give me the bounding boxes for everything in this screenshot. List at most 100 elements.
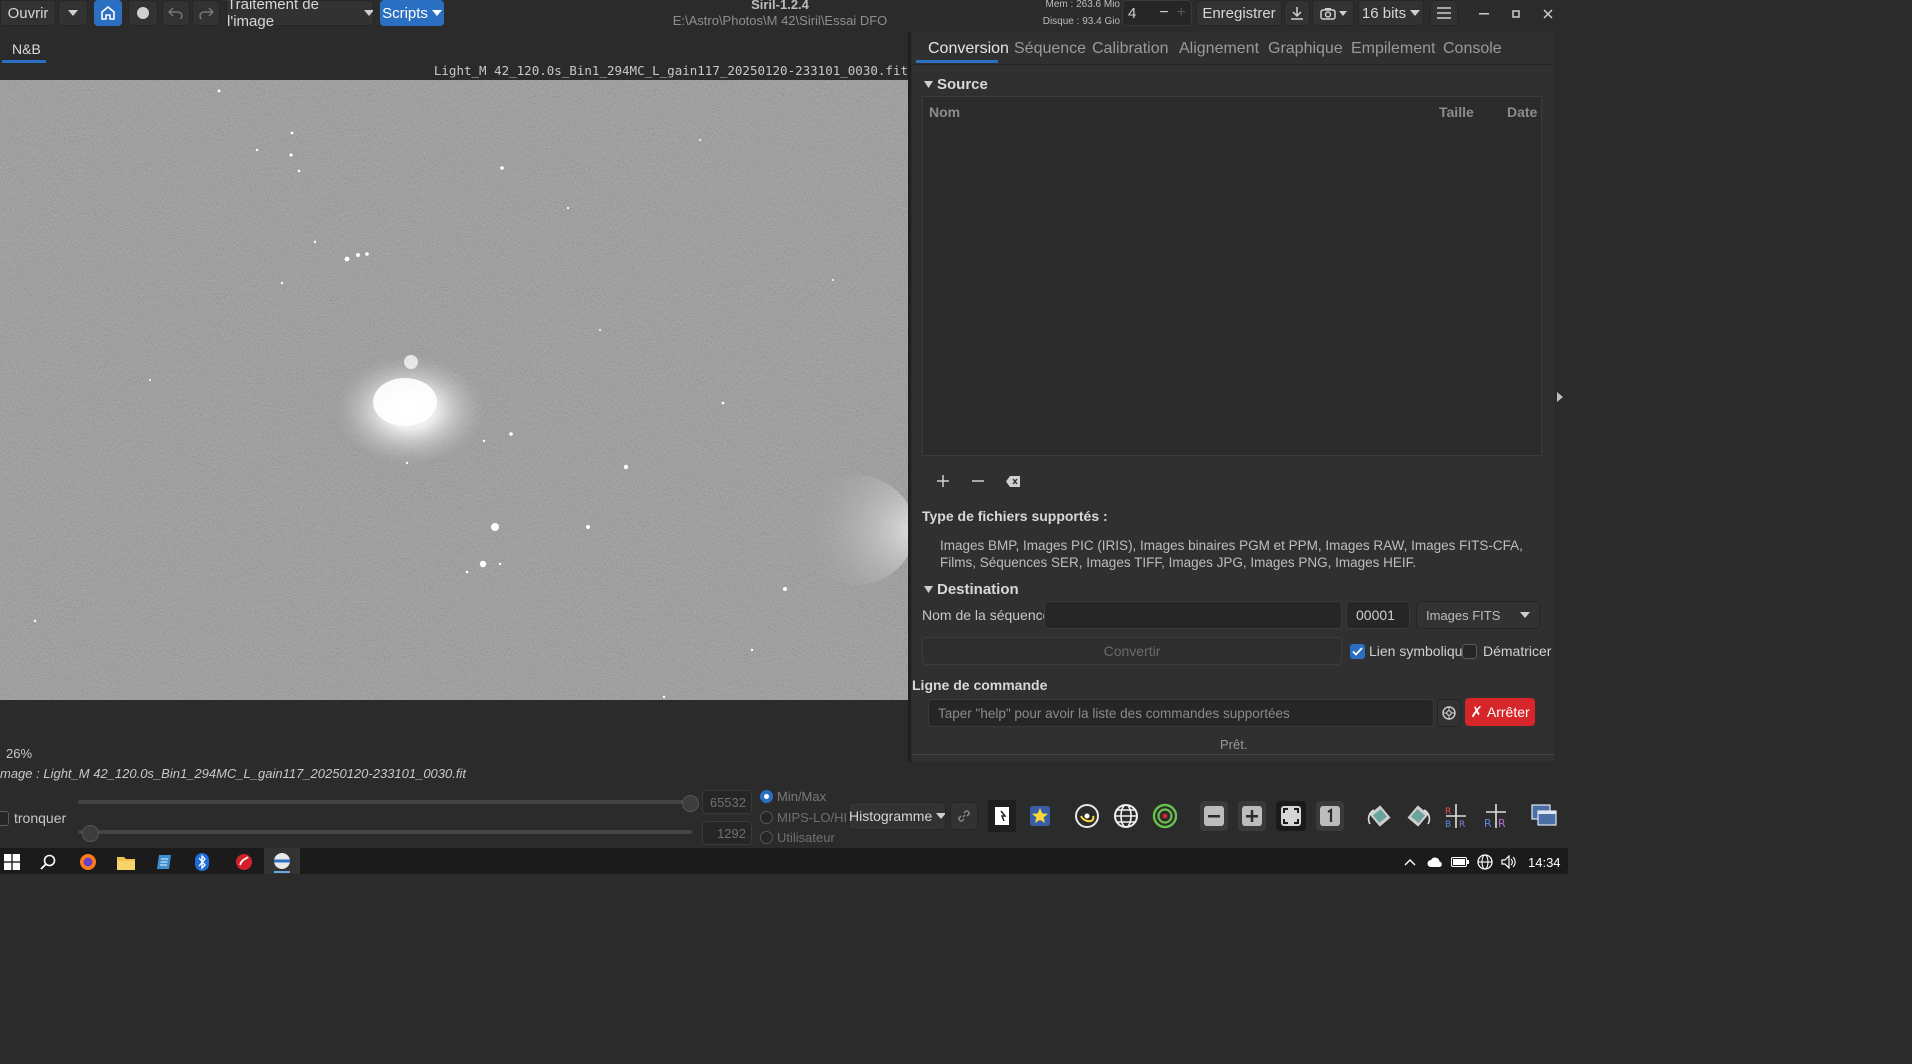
taskbar-firefox[interactable] (78, 852, 98, 872)
tray-overflow-button[interactable] (1402, 854, 1418, 870)
stop-button[interactable]: ✗ Arrêter (1465, 698, 1535, 726)
sequence-name-input[interactable] (1044, 601, 1342, 629)
zoom-fit-button[interactable] (1276, 801, 1306, 831)
destination-expander[interactable]: Destination (924, 581, 1019, 598)
taskbar-bluetooth[interactable] (192, 852, 212, 872)
link-channels-button[interactable] (950, 802, 978, 830)
save-button[interactable]: Enregistrer (1196, 0, 1282, 26)
threads-spinner[interactable]: 4 − + (1122, 0, 1192, 26)
zoom-in-button[interactable] (1238, 801, 1266, 831)
tab-conversion[interactable]: Conversion (928, 40, 1009, 58)
maximize-window-button[interactable] (1506, 4, 1526, 24)
undo-button[interactable] (162, 0, 190, 26)
command-help-button[interactable] (1437, 699, 1461, 727)
open-dropdown-button[interactable] (58, 0, 88, 26)
zoom-out-button[interactable] (1200, 801, 1228, 831)
cut-tool-button[interactable] (988, 800, 1016, 832)
high-slider-handle[interactable] (682, 795, 699, 812)
tray-network[interactable] (1476, 853, 1494, 871)
astro-image (0, 80, 908, 700)
high-value-input[interactable]: 65532 (702, 790, 752, 814)
low-slider[interactable] (78, 830, 692, 834)
tab-console[interactable]: Console (1443, 40, 1502, 58)
redo-button[interactable] (192, 0, 220, 26)
maximize-icon (1512, 10, 1520, 18)
taskbar-search-button[interactable] (38, 852, 58, 872)
target-tool-button[interactable] (1150, 800, 1180, 832)
bitdepth-menu[interactable]: 16 bits (1358, 0, 1424, 26)
source-file-list[interactable]: Nom Taille Date (922, 96, 1542, 456)
home-button[interactable] (94, 0, 122, 26)
mode-minmax-radio[interactable]: Min/Max (760, 789, 826, 804)
remove-files-button[interactable] (969, 472, 987, 490)
minimize-window-button[interactable] (1474, 4, 1494, 24)
minus-icon[interactable]: − (1159, 4, 1168, 22)
livestack-button[interactable] (128, 0, 158, 26)
column-header-date[interactable]: Date (1507, 104, 1537, 120)
clip-checkbox[interactable]: tronquer (0, 810, 66, 826)
panel-collapse-arrow-icon (1557, 392, 1563, 402)
mode-mips-radio[interactable]: MIPS-LO/HI (760, 810, 847, 825)
image-processing-menu[interactable]: Traitement de l'image (226, 0, 374, 30)
column-header-name[interactable]: Nom (929, 104, 960, 120)
tray-volume[interactable] (1500, 853, 1518, 871)
convert-label: Convertir (1103, 643, 1161, 659)
zoom-100-button[interactable] (1316, 801, 1344, 831)
close-window-button[interactable] (1538, 4, 1558, 24)
cursor-tool-icon (995, 807, 1009, 825)
taskbar-redapp[interactable] (234, 852, 254, 872)
clear-files-button[interactable] (1004, 472, 1022, 490)
mirror-y-button[interactable]: RR (1480, 800, 1512, 832)
command-input[interactable]: Taper "help" pour avoir la liste des com… (928, 699, 1434, 727)
channel-tab-bw[interactable]: N&B (0, 36, 48, 64)
taskbar-notes[interactable] (154, 852, 174, 872)
source-label: Source (937, 76, 988, 93)
main-menu-button[interactable] (1430, 0, 1458, 26)
status-text: Prêt. (1220, 737, 1248, 752)
pane-splitter[interactable] (908, 32, 911, 762)
star-tool-button[interactable] (1026, 800, 1054, 832)
tab-alignment[interactable]: Alignement (1179, 40, 1259, 58)
add-files-button[interactable] (934, 472, 952, 490)
plus-icon[interactable]: + (1177, 4, 1186, 22)
open-button[interactable]: Ouvrir (0, 0, 56, 26)
taskbar-clock[interactable]: 14:34 (1528, 855, 1561, 870)
image-canvas[interactable] (0, 80, 908, 700)
scripts-menu[interactable]: Scripts (380, 0, 444, 26)
tab-stacking[interactable]: Empilement (1351, 40, 1435, 58)
rotate-right-button[interactable] (1402, 800, 1434, 832)
mode-user-radio[interactable]: Utilisateur (760, 830, 835, 845)
mirror-x-button[interactable]: RBR (1440, 800, 1472, 832)
command-line-label: Ligne de commande (912, 677, 1048, 693)
low-value-input[interactable]: 1292 (702, 821, 752, 845)
debayer-checkbox[interactable]: Dématricer (1462, 643, 1551, 659)
low-slider-handle[interactable] (82, 825, 99, 842)
tab-calibration[interactable]: Calibration (1092, 40, 1168, 58)
taskbar-siril-indicator (274, 871, 290, 873)
symlink-checkbox[interactable]: Lien symbolique (1350, 643, 1470, 659)
snapshot-button[interactable] (1312, 0, 1354, 26)
tray-battery[interactable] (1451, 854, 1469, 870)
start-button[interactable] (2, 852, 22, 872)
svg-text:R: R (1484, 817, 1492, 830)
svg-text:R: R (1445, 807, 1451, 817)
convert-button[interactable]: Convertir (922, 637, 1342, 665)
source-expander[interactable]: Source (924, 76, 988, 93)
rotate-left-button[interactable] (1364, 800, 1396, 832)
display-mode-select[interactable]: Histogramme (848, 802, 946, 830)
image-windows-button[interactable] (1528, 800, 1560, 832)
column-header-size[interactable]: Taille (1439, 104, 1474, 120)
sequence-start-index[interactable]: 00001 (1346, 601, 1410, 629)
high-slider[interactable] (78, 800, 692, 804)
tray-weather[interactable] (1427, 854, 1443, 870)
taskbar-explorer[interactable] (116, 852, 136, 872)
astrometry-button[interactable] (1111, 800, 1141, 832)
right-panel-tabs: Conversion Séquence Calibration Aligneme… (912, 32, 1554, 65)
save-as-button[interactable] (1284, 0, 1310, 26)
tab-sequence[interactable]: Séquence (1014, 40, 1086, 58)
mirror-x-icon: RB R (1445, 804, 1466, 830)
globe-icon (1114, 804, 1138, 828)
annotate-tool-button[interactable] (1072, 800, 1102, 832)
tab-plot[interactable]: Graphique (1268, 40, 1343, 58)
output-format-select[interactable]: Images FITS (1416, 601, 1540, 629)
